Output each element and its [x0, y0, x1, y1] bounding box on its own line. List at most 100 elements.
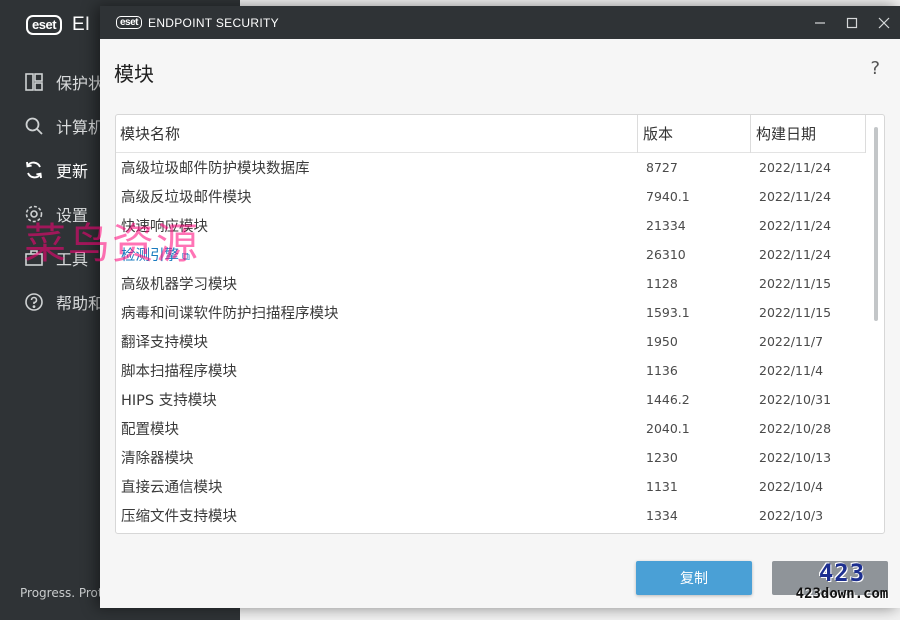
- page-title: 模块: [114, 62, 154, 86]
- module-date-cell: 2022/11/24: [759, 218, 832, 233]
- maximize-button[interactable]: [836, 6, 868, 39]
- minimize-button[interactable]: [804, 6, 836, 39]
- module-name-cell: 病毒和间谍软件防护扫描程序模块: [116, 302, 638, 323]
- table-row[interactable]: 脚本扫描程序模块 1136 2022/11/4: [116, 356, 866, 385]
- refresh-icon: [26, 161, 42, 179]
- scrollbar-thumb[interactable]: [874, 127, 878, 321]
- table-body: 高级垃圾邮件防护模块数据库 8727 2022/11/24 高级反垃圾邮件模块 7940…: [116, 153, 866, 530]
- background-footer: Progress. Prot: [20, 586, 103, 600]
- eset-logo-badge: eset: [116, 16, 143, 29]
- module-name-cell: 高级垃圾邮件防护模块数据库: [116, 157, 638, 178]
- nav-label: 更新: [56, 162, 89, 181]
- module-name: 高级反垃圾邮件模块: [121, 190, 252, 206]
- maximize-icon: [846, 17, 858, 28]
- module-date-cell: 2022/10/31: [759, 392, 832, 407]
- modules-table: 模块名称 版本 构建日期 高级垃圾邮件防护模块数据库 8727 2022/11/24…: [115, 114, 885, 534]
- module-name: HIPS 支持模块: [121, 393, 217, 409]
- column-header-module-name[interactable]: 模块名称: [116, 115, 638, 153]
- module-version-cell: 1131: [646, 479, 678, 494]
- module-name: 快速响应模块: [121, 219, 208, 235]
- module-date-cell: 2022/11/7: [759, 334, 824, 349]
- table-row[interactable]: 高级机器学习模块 1128 2022/11/15: [116, 269, 866, 298]
- table-row[interactable]: 高级反垃圾邮件模块 7940.1 2022/11/24: [116, 182, 866, 211]
- close-icon: [878, 17, 890, 28]
- external-link-icon[interactable]: ⧉: [182, 250, 190, 264]
- module-name: 高级机器学习模块: [121, 277, 237, 293]
- scrollbar[interactable]: [874, 127, 879, 527]
- table-row[interactable]: 快速响应模块 21334 2022/11/24: [116, 211, 866, 240]
- module-name: 直接云通信模块: [121, 480, 223, 496]
- module-name-cell: 高级机器学习模块: [116, 273, 638, 294]
- module-name-cell: 高级反垃圾邮件模块: [116, 186, 638, 207]
- dialog-title: ENDPOINT SECURITY: [148, 15, 279, 30]
- table-row[interactable]: HIPS 支持模块 1446.2 2022/10/31: [116, 385, 866, 414]
- module-date-cell: 2022/11/24: [759, 247, 832, 262]
- module-name: 脚本扫描程序模块: [121, 364, 237, 380]
- background-logo: eset EI: [26, 14, 90, 36]
- modules-dialog: eset ENDPOINT SECURITY 模块 ? 模块名称 版本 构建日期…: [100, 6, 900, 608]
- module-version-cell: 1950: [646, 334, 678, 349]
- module-name-cell: 配置模块: [116, 418, 638, 439]
- module-name-cell: 清除器模块: [116, 447, 638, 468]
- dialog-titlebar[interactable]: eset ENDPOINT SECURITY: [100, 6, 900, 39]
- table-row[interactable]: 直接云通信模块 1131 2022/10/4: [116, 472, 866, 501]
- table-row[interactable]: 配置模块 2040.1 2022/10/28: [116, 414, 866, 443]
- module-version-cell: 26310: [646, 247, 686, 262]
- module-version-cell: 7940.1: [646, 189, 690, 204]
- nav-label: 计算机: [56, 118, 105, 137]
- table-row[interactable]: 检测引擎 ⧉ 26310 2022/11/24: [116, 240, 866, 269]
- background-logo-text: EI: [72, 14, 90, 35]
- column-header-build-date[interactable]: 构建日期: [751, 115, 866, 153]
- module-name: 配置模块: [121, 422, 179, 438]
- module-name: 翻译支持模块: [121, 335, 208, 351]
- module-version-cell: 1593.1: [646, 305, 690, 320]
- gear-icon: [25, 205, 43, 223]
- module-name[interactable]: 检测引擎: [121, 248, 179, 264]
- module-name-cell: 直接云通信模块: [116, 476, 638, 497]
- nav-label: 帮助和: [56, 294, 105, 313]
- table-row[interactable]: 清除器模块 1230 2022/10/13: [116, 443, 866, 472]
- column-header-version[interactable]: 版本: [638, 115, 751, 153]
- module-name: 清除器模块: [121, 451, 194, 467]
- module-version-cell: 1136: [646, 363, 678, 378]
- module-date-cell: 2022/10/3: [759, 508, 824, 523]
- module-name-cell: 压缩文件支持模块: [116, 505, 638, 526]
- copy-button[interactable]: 复制: [636, 561, 752, 595]
- module-date-cell: 2022/10/13: [759, 450, 832, 465]
- module-name: 病毒和间谍软件防护扫描程序模块: [121, 306, 339, 322]
- module-date-cell: 2022/11/15: [759, 305, 832, 320]
- module-name-cell: 脚本扫描程序模块: [116, 360, 638, 381]
- minimize-icon: [815, 21, 825, 24]
- dashboard-icon: [25, 73, 43, 91]
- module-version-cell: 1446.2: [646, 392, 690, 407]
- module-date-cell: 2022/10/4: [759, 479, 824, 494]
- module-name-cell[interactable]: 检测引擎 ⧉: [116, 244, 638, 265]
- table-row[interactable]: 病毒和间谍软件防护扫描程序模块 1593.1 2022/11/15: [116, 298, 866, 327]
- table-row[interactable]: 压缩文件支持模块 1334 2022/10/3: [116, 501, 866, 530]
- module-name-cell: 快速响应模块: [116, 215, 638, 236]
- module-date-cell: 2022/10/28: [759, 421, 832, 436]
- table-row[interactable]: 高级垃圾邮件防护模块数据库 8727 2022/11/24: [116, 153, 866, 182]
- module-version-cell: 1128: [646, 276, 678, 291]
- module-version-cell: 1230: [646, 450, 678, 465]
- module-date-cell: 2022/11/24: [759, 160, 832, 175]
- module-date-cell: 2022/11/4: [759, 363, 824, 378]
- table-row[interactable]: 翻译支持模块 1950 2022/11/7: [116, 327, 866, 356]
- briefcase-icon: [25, 250, 43, 266]
- module-version-cell: 21334: [646, 218, 686, 233]
- module-name-cell: 翻译支持模块: [116, 331, 638, 352]
- module-version-cell: 8727: [646, 160, 678, 175]
- module-version-cell: 2040.1: [646, 421, 690, 436]
- window-controls: [804, 6, 900, 39]
- close-button[interactable]: [772, 561, 888, 595]
- help-button[interactable]: ?: [870, 58, 880, 79]
- module-name: 高级垃圾邮件防护模块数据库: [121, 161, 310, 177]
- eset-logo-badge: eset: [26, 15, 63, 35]
- close-window-button[interactable]: [868, 6, 900, 39]
- nav-label: 工具: [56, 250, 89, 269]
- table-header: 模块名称 版本 构建日期: [116, 115, 866, 153]
- search-icon: [25, 117, 43, 135]
- module-date-cell: 2022/11/15: [759, 276, 832, 291]
- module-name-cell: HIPS 支持模块: [116, 389, 638, 410]
- nav-label: 设置: [56, 206, 89, 225]
